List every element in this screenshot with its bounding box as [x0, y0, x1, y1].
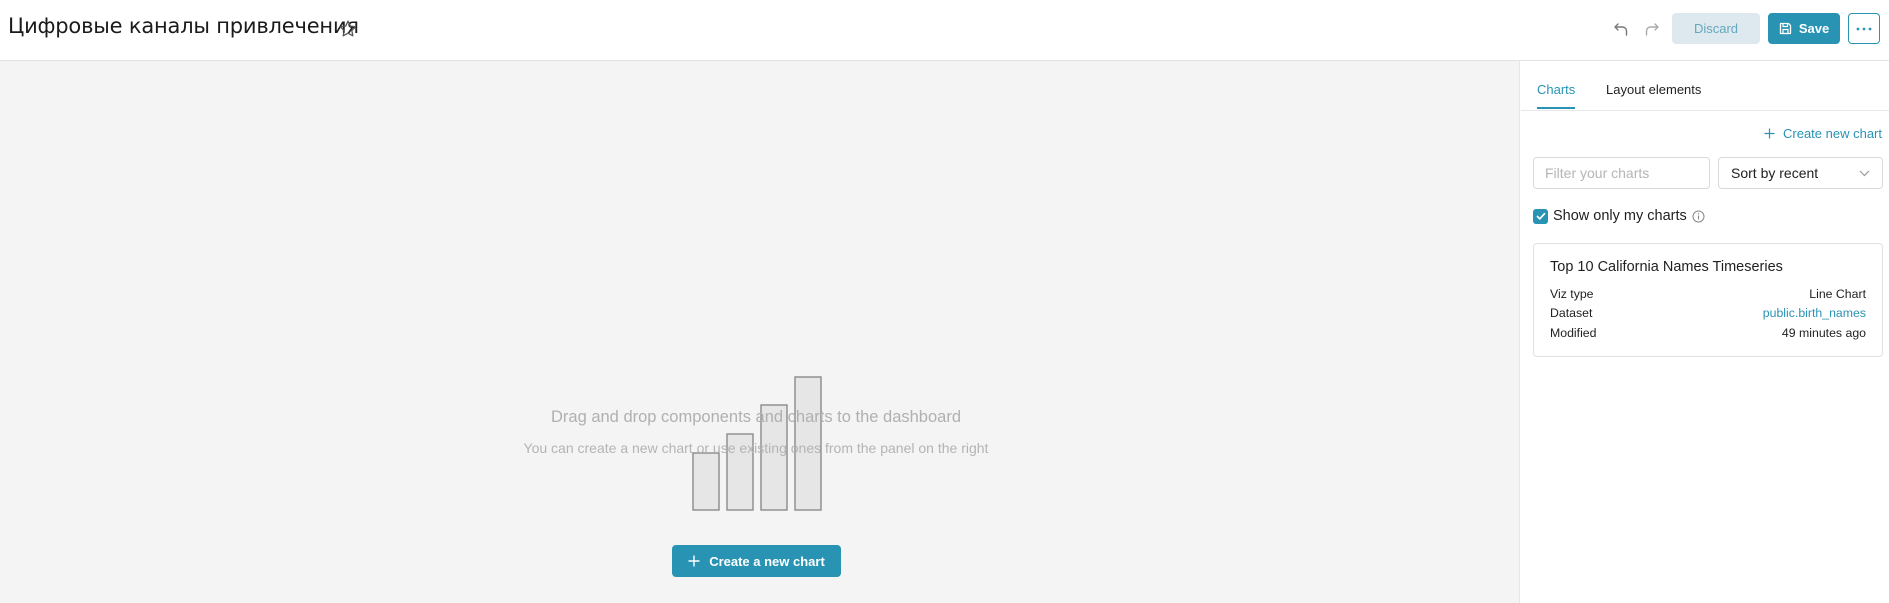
- star-icon[interactable]: [338, 19, 358, 39]
- sort-select[interactable]: Sort by recent: [1718, 157, 1883, 189]
- dashboard-title[interactable]: Цифровые каналы привлечения: [8, 14, 359, 38]
- create-new-chart-label: Create a new chart: [709, 553, 825, 569]
- empty-state-subtitle: You can create a new chart or use existi…: [523, 440, 989, 456]
- create-new-chart-link-label: Create new chart: [1783, 126, 1882, 141]
- modified-label: Modified: [1550, 326, 1597, 340]
- plus-icon: [1764, 128, 1775, 139]
- save-button[interactable]: Save: [1768, 13, 1840, 44]
- tab-charts[interactable]: Charts: [1537, 82, 1575, 97]
- empty-state-title: Drag and drop components and charts to t…: [550, 408, 962, 426]
- chart-card[interactable]: Top 10 California Names Timeseries Viz t…: [1533, 243, 1883, 357]
- show-only-my-charts: Show only my charts: [1533, 208, 1705, 224]
- checkmark-icon: [1535, 212, 1546, 220]
- info-icon[interactable]: [1692, 210, 1705, 223]
- dataset-label: Dataset: [1550, 306, 1593, 320]
- viz-type-label: Viz type: [1550, 287, 1594, 301]
- more-options-button[interactable]: [1848, 13, 1880, 44]
- chart-card-title: Top 10 California Names Timeseries: [1550, 259, 1783, 275]
- dataset-link[interactable]: public.birth_names: [1763, 306, 1866, 320]
- more-icon: [1856, 27, 1872, 30]
- discard-button[interactable]: Discard: [1672, 13, 1760, 44]
- undo-icon[interactable]: [1613, 20, 1631, 38]
- viz-type-value: Line Chart: [1809, 287, 1866, 301]
- chart-card-row: Dataset public.birth_names: [1550, 306, 1866, 320]
- plus-icon: [688, 555, 700, 567]
- chart-card-row: Viz type Line Chart: [1550, 287, 1866, 301]
- create-new-chart-button[interactable]: Create a new chart: [672, 545, 841, 577]
- dashboard-header: Цифровые каналы привлечения Discard Save: [0, 0, 1889, 61]
- builder-side-panel: Charts Layout elements Create new chart …: [1521, 61, 1889, 603]
- redo-icon[interactable]: [1642, 20, 1660, 38]
- active-tab-indicator: [1537, 107, 1575, 109]
- create-new-chart-link[interactable]: Create new chart: [1764, 126, 1882, 141]
- tab-layout-elements[interactable]: Layout elements: [1606, 82, 1701, 97]
- modified-value: 49 minutes ago: [1781, 326, 1866, 340]
- save-icon: [1779, 22, 1791, 35]
- show-only-my-charts-checkbox[interactable]: [1533, 208, 1548, 224]
- show-only-my-charts-label[interactable]: Show only my charts: [1553, 208, 1687, 224]
- save-button-label: Save: [1798, 21, 1830, 36]
- sort-select-value: Sort by recent: [1731, 165, 1819, 181]
- chart-card-row: Modified 49 minutes ago: [1550, 326, 1866, 340]
- dashboard-canvas[interactable]: [0, 61, 1520, 603]
- filter-charts-input[interactable]: [1533, 157, 1710, 189]
- panel-tabs: Charts Layout elements: [1521, 61, 1889, 111]
- chevron-down-icon: [1859, 170, 1870, 176]
